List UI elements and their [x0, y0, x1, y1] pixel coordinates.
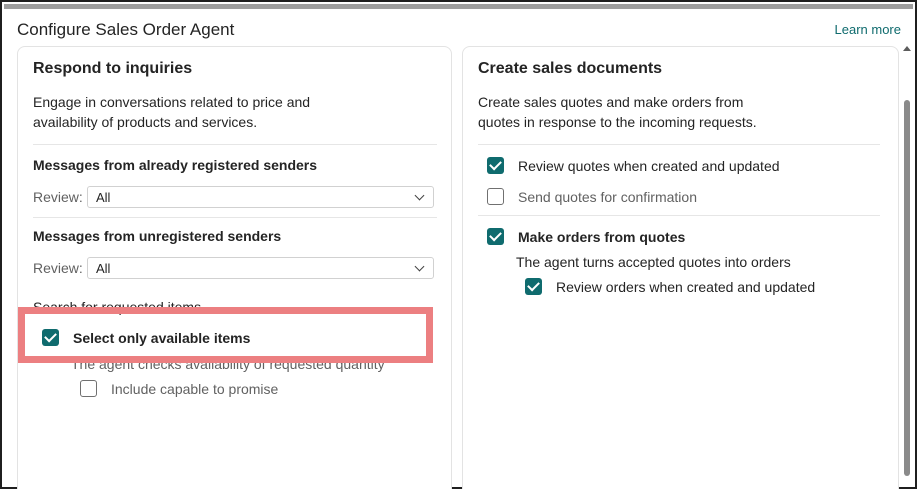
- review-quotes-row[interactable]: Review quotes when created and updated: [487, 157, 780, 174]
- unregistered-review-select[interactable]: All: [87, 257, 434, 279]
- capable-to-promise-label: Include capable to promise: [111, 380, 279, 397]
- registered-review-label: Review:: [33, 189, 83, 205]
- divider: [478, 215, 880, 216]
- inquiries-description: Engage in conversations related to price…: [33, 92, 310, 132]
- availability-helper-text: The agent checks availability of request…: [71, 356, 385, 372]
- send-quotes-label: Send quotes for confirmation: [518, 188, 697, 205]
- review-orders-label: Review orders when created and updated: [556, 278, 816, 295]
- sales-docs-description-line1: Create sales quotes and make orders from: [478, 94, 744, 110]
- unregistered-review-label: Review:: [33, 260, 83, 276]
- capable-to-promise-row[interactable]: Include capable to promise: [80, 380, 278, 397]
- available-items-label: Select only available items: [73, 329, 251, 346]
- registered-review-value: All: [96, 190, 111, 205]
- divider: [33, 144, 437, 145]
- registered-review-select[interactable]: All: [87, 186, 434, 208]
- review-quotes-checkbox[interactable]: [487, 157, 504, 174]
- unregistered-review-row: Review: All: [33, 257, 434, 279]
- sales-docs-description: Create sales quotes and make orders from…: [478, 92, 757, 132]
- chevron-down-icon: [414, 261, 425, 272]
- review-orders-row[interactable]: Review orders when created and updated: [525, 278, 815, 295]
- sales-docs-title: Create sales documents: [478, 60, 663, 77]
- scroll-up-arrow-icon[interactable]: [903, 46, 911, 51]
- vertical-scrollbar[interactable]: [903, 46, 911, 486]
- top-edge: [4, 4, 913, 9]
- unregistered-senders-label: Messages from unregistered senders: [33, 228, 282, 244]
- divider: [33, 217, 437, 218]
- inquiries-title: Respond to inquiries: [33, 60, 193, 77]
- dialog-title: Configure Sales Order Agent: [17, 20, 235, 39]
- scroll-thumb[interactable]: [904, 100, 910, 476]
- respond-to-inquiries-card: Respond to inquiries Engage in conversat…: [17, 46, 452, 489]
- review-orders-checkbox[interactable]: [525, 278, 542, 295]
- available-items-row[interactable]: Select only available items: [42, 329, 250, 346]
- divider: [478, 144, 880, 145]
- sales-docs-description-line2: quotes in response to the incoming reque…: [478, 114, 757, 130]
- registered-senders-label: Messages from already registered senders: [33, 157, 318, 173]
- available-items-checkbox[interactable]: [42, 329, 59, 346]
- orders-helper-text: The agent turns accepted quotes into ord…: [516, 254, 791, 270]
- inquiries-description-line1: Engage in conversations related to price…: [33, 94, 311, 110]
- make-orders-checkbox[interactable]: [487, 228, 504, 245]
- make-orders-label: Make orders from quotes: [518, 228, 686, 245]
- unregistered-review-value: All: [96, 261, 111, 276]
- review-quotes-label: Review quotes when created and updated: [518, 157, 780, 174]
- send-quotes-row[interactable]: Send quotes for confirmation: [487, 188, 697, 205]
- send-quotes-checkbox[interactable]: [487, 188, 504, 205]
- dialog-frame: Configure Sales Order Agent Learn more R…: [0, 0, 917, 489]
- search-items-label: Search for requested items: [33, 299, 202, 315]
- inquiries-description-line2: availability of products and services.: [33, 114, 258, 130]
- capable-to-promise-checkbox[interactable]: [80, 380, 97, 397]
- create-sales-documents-card: Create sales documents Create sales quot…: [462, 46, 899, 489]
- chevron-down-icon: [414, 190, 425, 201]
- registered-review-row: Review: All: [33, 186, 434, 208]
- learn-more-link[interactable]: Learn more: [835, 22, 901, 37]
- make-orders-row[interactable]: Make orders from quotes: [487, 228, 685, 245]
